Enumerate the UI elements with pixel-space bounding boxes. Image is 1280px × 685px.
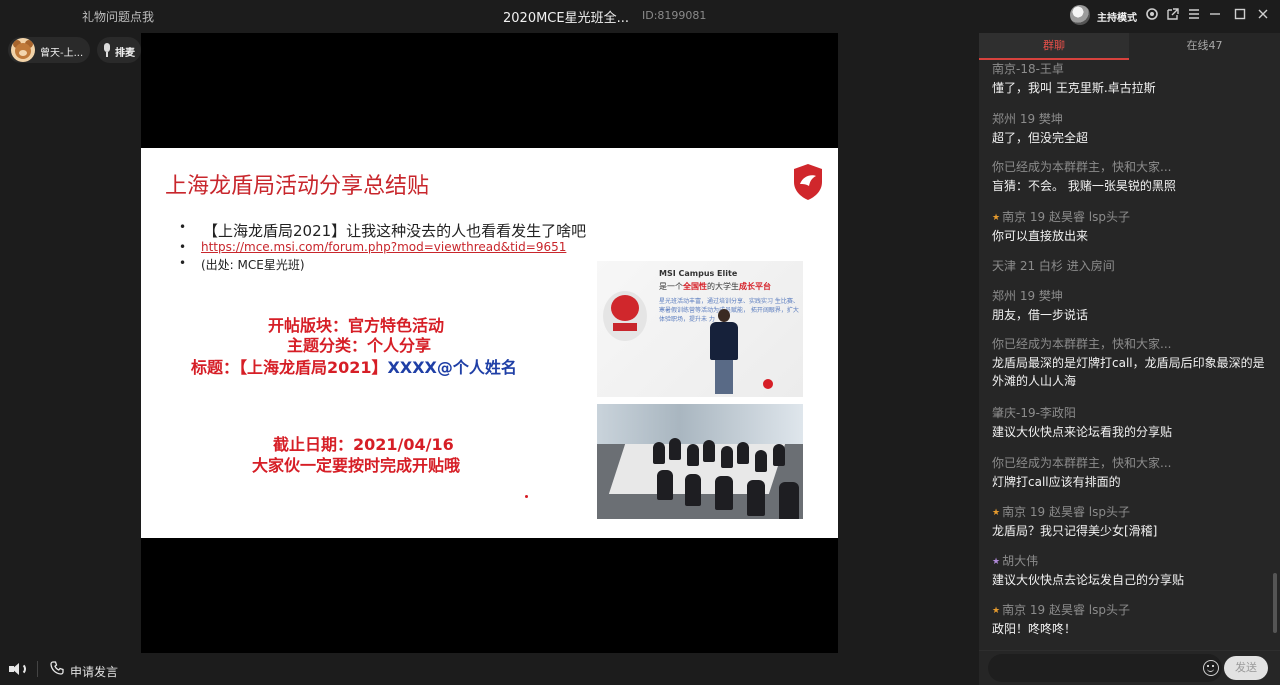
emoji-icon[interactable]: [1203, 660, 1219, 676]
post-title-prefix: 标题：【上海龙盾局2021】: [191, 358, 388, 377]
message-sender: ★胡大伟: [992, 552, 1270, 569]
message-sender: 你已经成为本群群主，快和大家...: [992, 454, 1270, 471]
message-text: 龙盾局？我只记得美少女[滑稽]: [992, 522, 1270, 540]
chat-input[interactable]: [988, 654, 1222, 682]
slide-title: 上海龙盾局活动分享总结贴: [165, 168, 429, 200]
send-button[interactable]: 发送: [1224, 656, 1268, 680]
host-avatar-icon[interactable]: [1070, 5, 1090, 25]
message-sender: 你已经成为本群群主，快和大家...: [992, 158, 1270, 175]
chat-message: 你已经成为本群群主，快和大家... 灯牌打call应该有排面的: [992, 454, 1270, 491]
message-text: 建议大伙快点去论坛发自己的分享贴: [992, 571, 1270, 589]
message-text: 盲猜：不会。 我赌一张昊锐的黑照: [992, 177, 1270, 195]
message-text: 你可以直接放出来: [992, 227, 1270, 245]
message-sender: 肇庆-19-李政阳: [992, 404, 1270, 421]
post-title-line: 标题：【上海龙盾局2021】XXXX@个人姓名: [191, 354, 517, 378]
top-bar: 礼物问题点我 2020MCE星光班全... ID:8199081 主持模式: [0, 0, 1280, 32]
divider: [37, 661, 38, 677]
tab-group-chat[interactable]: 群聊: [979, 33, 1129, 60]
message-sender: ★南京 19 赵昊睿 lsp头子: [992, 208, 1270, 225]
bullet-1-text: 【上海龙盾局2021】让我这种没去的人也看看发生了啥吧: [203, 220, 586, 241]
live-room-window: 礼物问题点我 2020MCE星光班全... ID:8199081 主持模式 曾天…: [0, 0, 1280, 685]
apply-speak-button[interactable]: 申请发言: [70, 663, 118, 680]
chat-scrollbar[interactable]: [1273, 573, 1277, 633]
chat-message: ★南京 19 赵昊睿 lsp头子 你可以直接放出来: [992, 208, 1270, 245]
queue-label: 排麦: [115, 44, 135, 59]
chat-message: ★南京 19 赵昊睿 lsp头子 龙盾局？我只记得美少女[滑稽]: [992, 503, 1270, 540]
msi-badge-icon: [763, 379, 773, 389]
message-sender: 天津 21 白杉 进入房间: [992, 257, 1270, 274]
message-text: 政阳！咚咚咚！: [992, 620, 1270, 638]
message-text: 建议大伙快点来论坛看我的分享贴: [992, 423, 1270, 441]
room-id: ID:8199081: [642, 9, 706, 22]
popout-icon[interactable]: [1164, 7, 1182, 25]
host-mode-button[interactable]: 主持模式: [1097, 9, 1137, 24]
queue-mic-button[interactable]: 排麦: [97, 37, 141, 63]
chat-message: 你已经成为本群群主，快和大家... 龙盾局最深的是灯牌打call，龙盾局后印象最…: [992, 335, 1270, 390]
bear-avatar-icon: [11, 38, 35, 62]
topic-category-line: 主题分类：个人分享: [287, 332, 431, 356]
message-text: 灯牌打call应该有排面的: [992, 473, 1270, 491]
message-sender: 你已经成为本群群主，快和大家...: [992, 335, 1270, 352]
bullet-3-text: (出处: MCE星光班): [201, 256, 305, 273]
close-icon[interactable]: [1254, 7, 1272, 25]
phone-icon[interactable]: [50, 661, 64, 675]
message-text: 超了，但没完全超: [992, 129, 1270, 147]
message-text: 懂了，我叫 王克里斯.卓古拉斯: [992, 79, 1270, 97]
chat-message: ★南京 19 赵昊睿 lsp头子 政阳！咚咚咚！: [992, 601, 1270, 638]
photo-heading: MSI Campus Elite: [659, 269, 737, 278]
participant-name: 曾天-上...: [40, 44, 83, 59]
room-title: 2020MCE星光班全...: [503, 7, 629, 26]
msi-logo-icon: [791, 162, 825, 202]
mascot-image: [603, 291, 647, 341]
member-badge-icon: ★: [992, 508, 1000, 518]
speaker-wave: [20, 663, 26, 675]
tab-online[interactable]: 在线47: [1129, 33, 1280, 60]
reminder-line: 大家伙一定要按时完成开贴哦: [252, 452, 460, 476]
maximize-icon[interactable]: [1231, 7, 1249, 25]
message-sender: ★南京 19 赵昊睿 lsp头子: [992, 503, 1270, 520]
system-message: 天津 21 白杉 进入房间: [992, 257, 1270, 274]
photo-subheading: 是一个全国性的大学生成长平台: [659, 281, 771, 292]
settings-icon[interactable]: [1143, 7, 1161, 25]
chat-message: 你已经成为本群群主，快和大家... 盲猜：不会。 我赌一张昊锐的黑照: [992, 158, 1270, 195]
chat-message: 郑州 19 樊坤 超了，但没完全超: [992, 110, 1270, 147]
chat-message: 郑州 19 樊坤 朋友，借一步说话: [992, 287, 1270, 324]
minimize-icon[interactable]: [1206, 7, 1224, 25]
forum-link[interactable]: https://mce.msi.com/forum.php?mod=viewth…: [201, 240, 566, 254]
pointer-dot: [525, 495, 528, 498]
chat-message: 肇庆-19-李政阳 建议大伙快点来论坛看我的分享贴: [992, 404, 1270, 441]
campus-elite-photo: MSI Campus Elite 是一个全国性的大学生成长平台 星光班活动丰富，…: [597, 261, 803, 397]
member-badge-icon: ★: [992, 213, 1000, 223]
chat-message: ★胡大伟 建议大伙快点去论坛发自己的分享贴: [992, 552, 1270, 589]
message-sender: ★南京 19 赵昊睿 lsp头子: [992, 601, 1270, 618]
message-list[interactable]: 南京-18-王卓 懂了，我叫 王克里斯.卓古拉斯 郑州 19 樊坤 超了，但没完…: [979, 60, 1271, 655]
member-badge-icon: ★: [992, 606, 1000, 616]
message-text: 龙盾局最深的是灯牌打call，龙盾局后印象最深的是外滩的人山人海: [992, 354, 1270, 390]
gift-help-link[interactable]: 礼物问题点我: [82, 8, 154, 25]
mic-icon: [103, 43, 111, 57]
message-sender: 南京-18-王卓: [992, 60, 1270, 77]
participant-pill[interactable]: 曾天-上...: [8, 37, 90, 63]
chat-input-bar: 发送: [979, 650, 1280, 685]
member-badge-icon: ★: [992, 557, 1000, 567]
speaker-figure: [707, 309, 741, 397]
chat-tabs: 群聊 在线47: [979, 33, 1280, 60]
post-title-suffix: XXXX@个人姓名: [388, 358, 517, 377]
chat-panel: 群聊 在线47 南京-18-王卓 懂了，我叫 王克里斯.卓古拉斯 郑州 19 樊…: [979, 33, 1280, 685]
audience-figures: [597, 424, 803, 519]
classroom-photo: [597, 404, 803, 519]
presentation-slide: 上海龙盾局活动分享总结贴 • 【上海龙盾局2021】让我这种没去的人也看看发生了…: [141, 148, 838, 538]
chat-message: 南京-18-王卓 懂了，我叫 王克里斯.卓古拉斯: [992, 60, 1270, 97]
message-sender: 郑州 19 樊坤: [992, 110, 1270, 127]
message-sender: 郑州 19 樊坤: [992, 287, 1270, 304]
menu-icon[interactable]: [1185, 7, 1203, 25]
message-text: 朋友，借一步说话: [992, 306, 1270, 324]
